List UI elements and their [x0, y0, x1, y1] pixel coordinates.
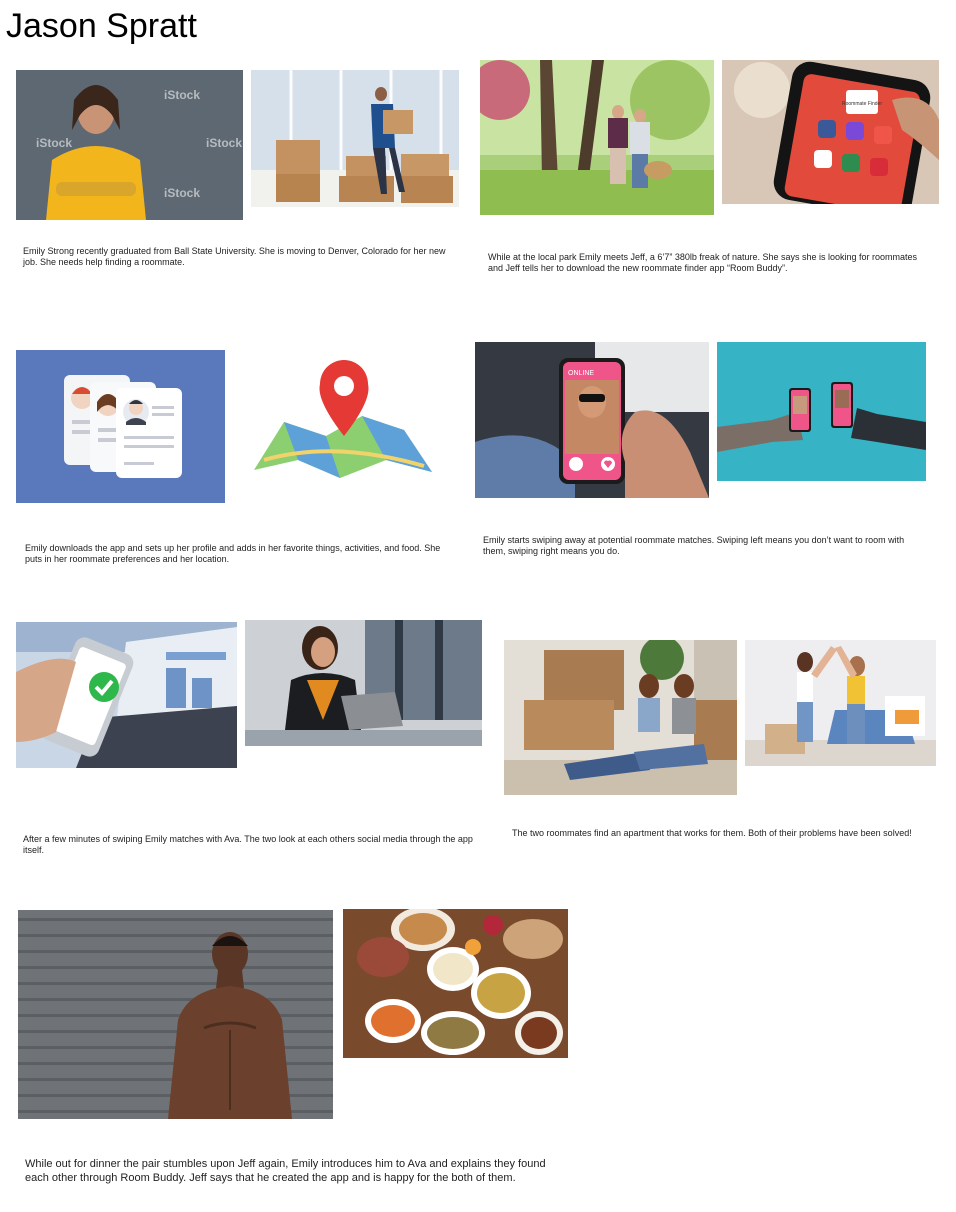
dinner-food-image [343, 909, 568, 1058]
watermark: iStock [164, 88, 201, 102]
caption-scene-3: Emily downloads the app and sets up her … [25, 543, 441, 564]
watermark: iStock [164, 186, 201, 200]
match-phone-image [16, 622, 237, 768]
emily-portrait-image: iStock iStock iStock iStock [16, 70, 243, 220]
page-title: Jason Spratt [6, 7, 197, 45]
watermark: iStock [206, 136, 243, 150]
profile-cards-image [16, 350, 225, 503]
caption-scene-6: The two roommates find an apartment that… [512, 828, 912, 838]
watermark: iStock [36, 136, 73, 150]
map-pin-image [244, 360, 436, 486]
park-meeting-image [480, 60, 714, 215]
phone-app-image: Roommate Finder [722, 60, 939, 204]
caption-scene-2: While at the local park Emily meets Jeff… [488, 252, 918, 273]
two-phones-image [717, 342, 926, 481]
swipe-app-image: ONLINE [475, 342, 709, 498]
moving-boxes-image [251, 70, 459, 207]
high-five-image [745, 640, 936, 766]
laptop-woman-image [245, 620, 482, 746]
caption-scene-7: While out for dinner the pair stumbles u… [25, 1158, 546, 1184]
caption-scene-4: Emily starts swiping away at potential r… [483, 535, 905, 556]
swipe-badge: ONLINE [568, 370, 594, 377]
new-apartment-image [504, 640, 737, 795]
caption-scene-5: After a few minutes of swiping Emily mat… [23, 834, 473, 855]
jeff-image [18, 910, 333, 1119]
phone-screen-label: Roommate Finder [842, 101, 882, 107]
caption-scene-1: Emily Strong recently graduated from Bal… [23, 246, 446, 267]
